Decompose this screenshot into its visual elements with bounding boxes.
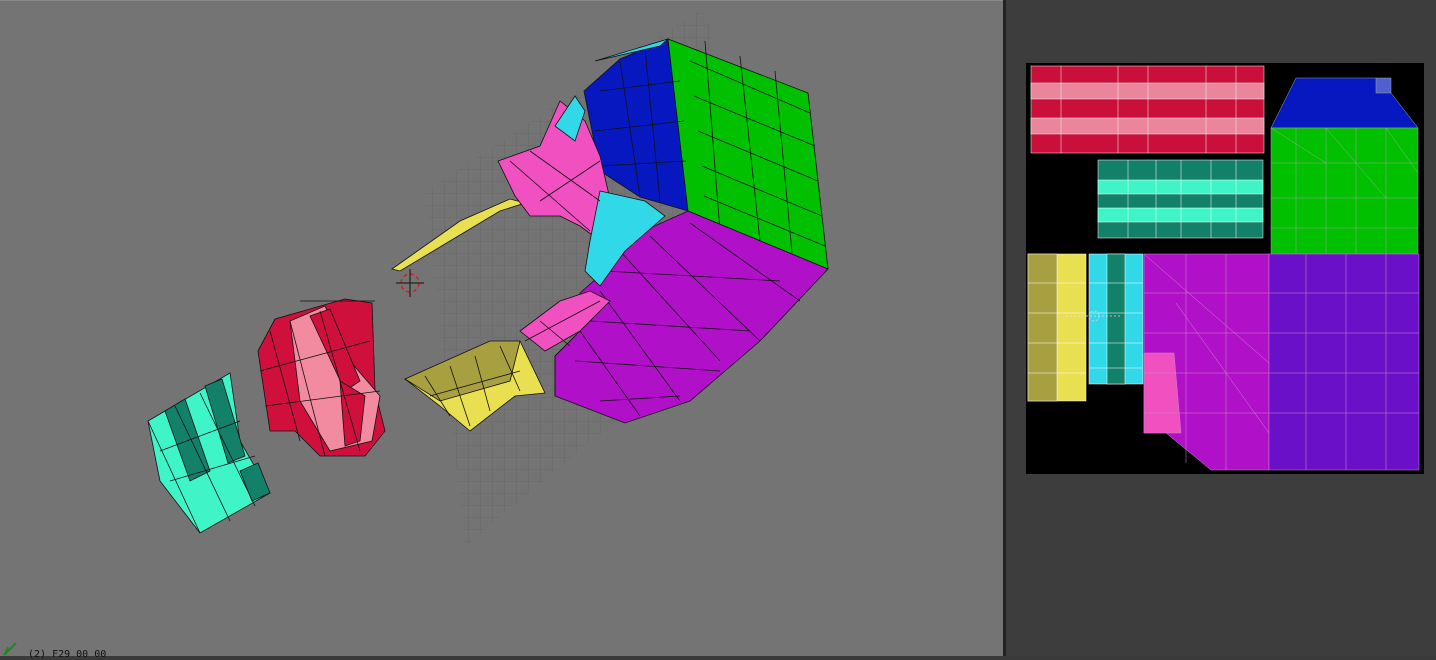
viewport-scene[interactable] [0,1,1003,657]
mesh-red-island[interactable] [257,298,386,457]
axis-gizmo-icon [3,642,17,656]
uv-island-cyan[interactable] [1088,253,1144,385]
3d-cursor-icon[interactable] [396,269,424,297]
uv-island-red-pink[interactable] [1030,65,1265,154]
uv-island-teal[interactable] [1097,159,1264,239]
uv-island-yellow[interactable] [1027,253,1087,402]
uv-island-magenta-purple[interactable] [1143,253,1420,471]
uv-canvas[interactable] [1026,63,1424,474]
mesh-teal-island[interactable] [147,372,271,534]
uv-island-blue-green[interactable] [1270,77,1419,256]
uv-editor-panel[interactable] [1006,0,1436,656]
viewport-status-text: (2) F29 00 00 [28,649,107,660]
3d-viewport[interactable]: (2) F29 00 00 [0,0,1003,660]
uv-layout[interactable] [1026,63,1424,474]
